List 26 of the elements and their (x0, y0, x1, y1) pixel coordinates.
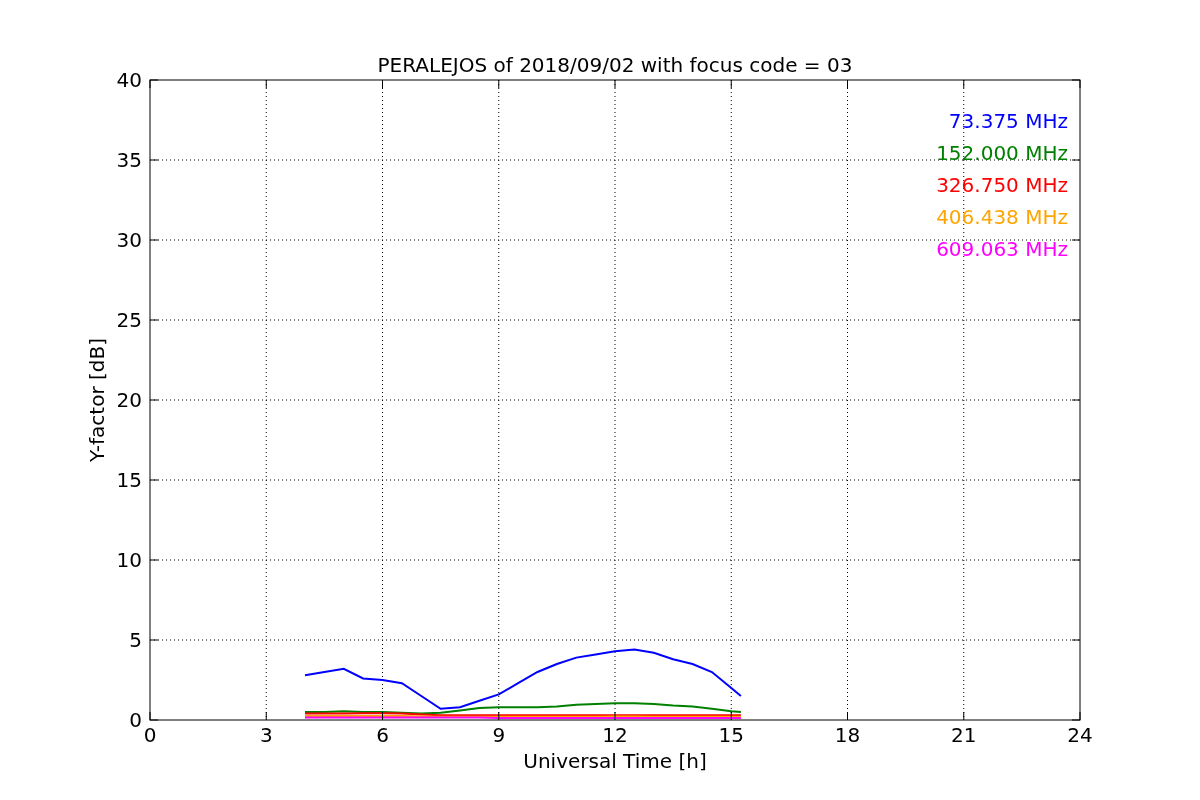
y-tick-label: 5 (129, 628, 142, 652)
x-tick-label: 12 (602, 723, 628, 747)
x-tick-label: 15 (718, 723, 744, 747)
y-tick-label: 35 (116, 148, 142, 172)
x-tick-label: 3 (259, 723, 273, 747)
y-tick-label: 0 (129, 708, 142, 732)
y-tick-label: 20 (116, 388, 142, 412)
y-tick-label: 25 (116, 308, 142, 332)
legend-label: 406.438 MHz (936, 205, 1068, 229)
legend-label: 152.000 MHz (936, 141, 1068, 165)
chart-title: PERALEJOS of 2018/09/02 with focus code = 03 (377, 53, 853, 77)
y-tick-label: 10 (116, 548, 142, 572)
legend-label: 73.375 MHz (948, 109, 1068, 133)
y-tick-label: 40 (116, 68, 142, 92)
y-axis-label: Y-factor [dB] (85, 338, 109, 462)
x-tick-label: 9 (492, 723, 506, 747)
x-tick-label: 18 (834, 723, 861, 747)
x-axis-label: Universal Time [h] (523, 749, 707, 773)
legend-label: 609.063 MHz (936, 237, 1068, 261)
legend-label: 326.750 MHz (936, 173, 1068, 197)
y-tick-label: 30 (116, 228, 142, 252)
x-tick-label: 6 (376, 723, 389, 747)
x-tick-label: 0 (143, 723, 157, 747)
y-tick-label: 15 (116, 468, 142, 492)
x-tick-label: 24 (1067, 723, 1093, 747)
x-tick-label: 21 (951, 723, 977, 747)
